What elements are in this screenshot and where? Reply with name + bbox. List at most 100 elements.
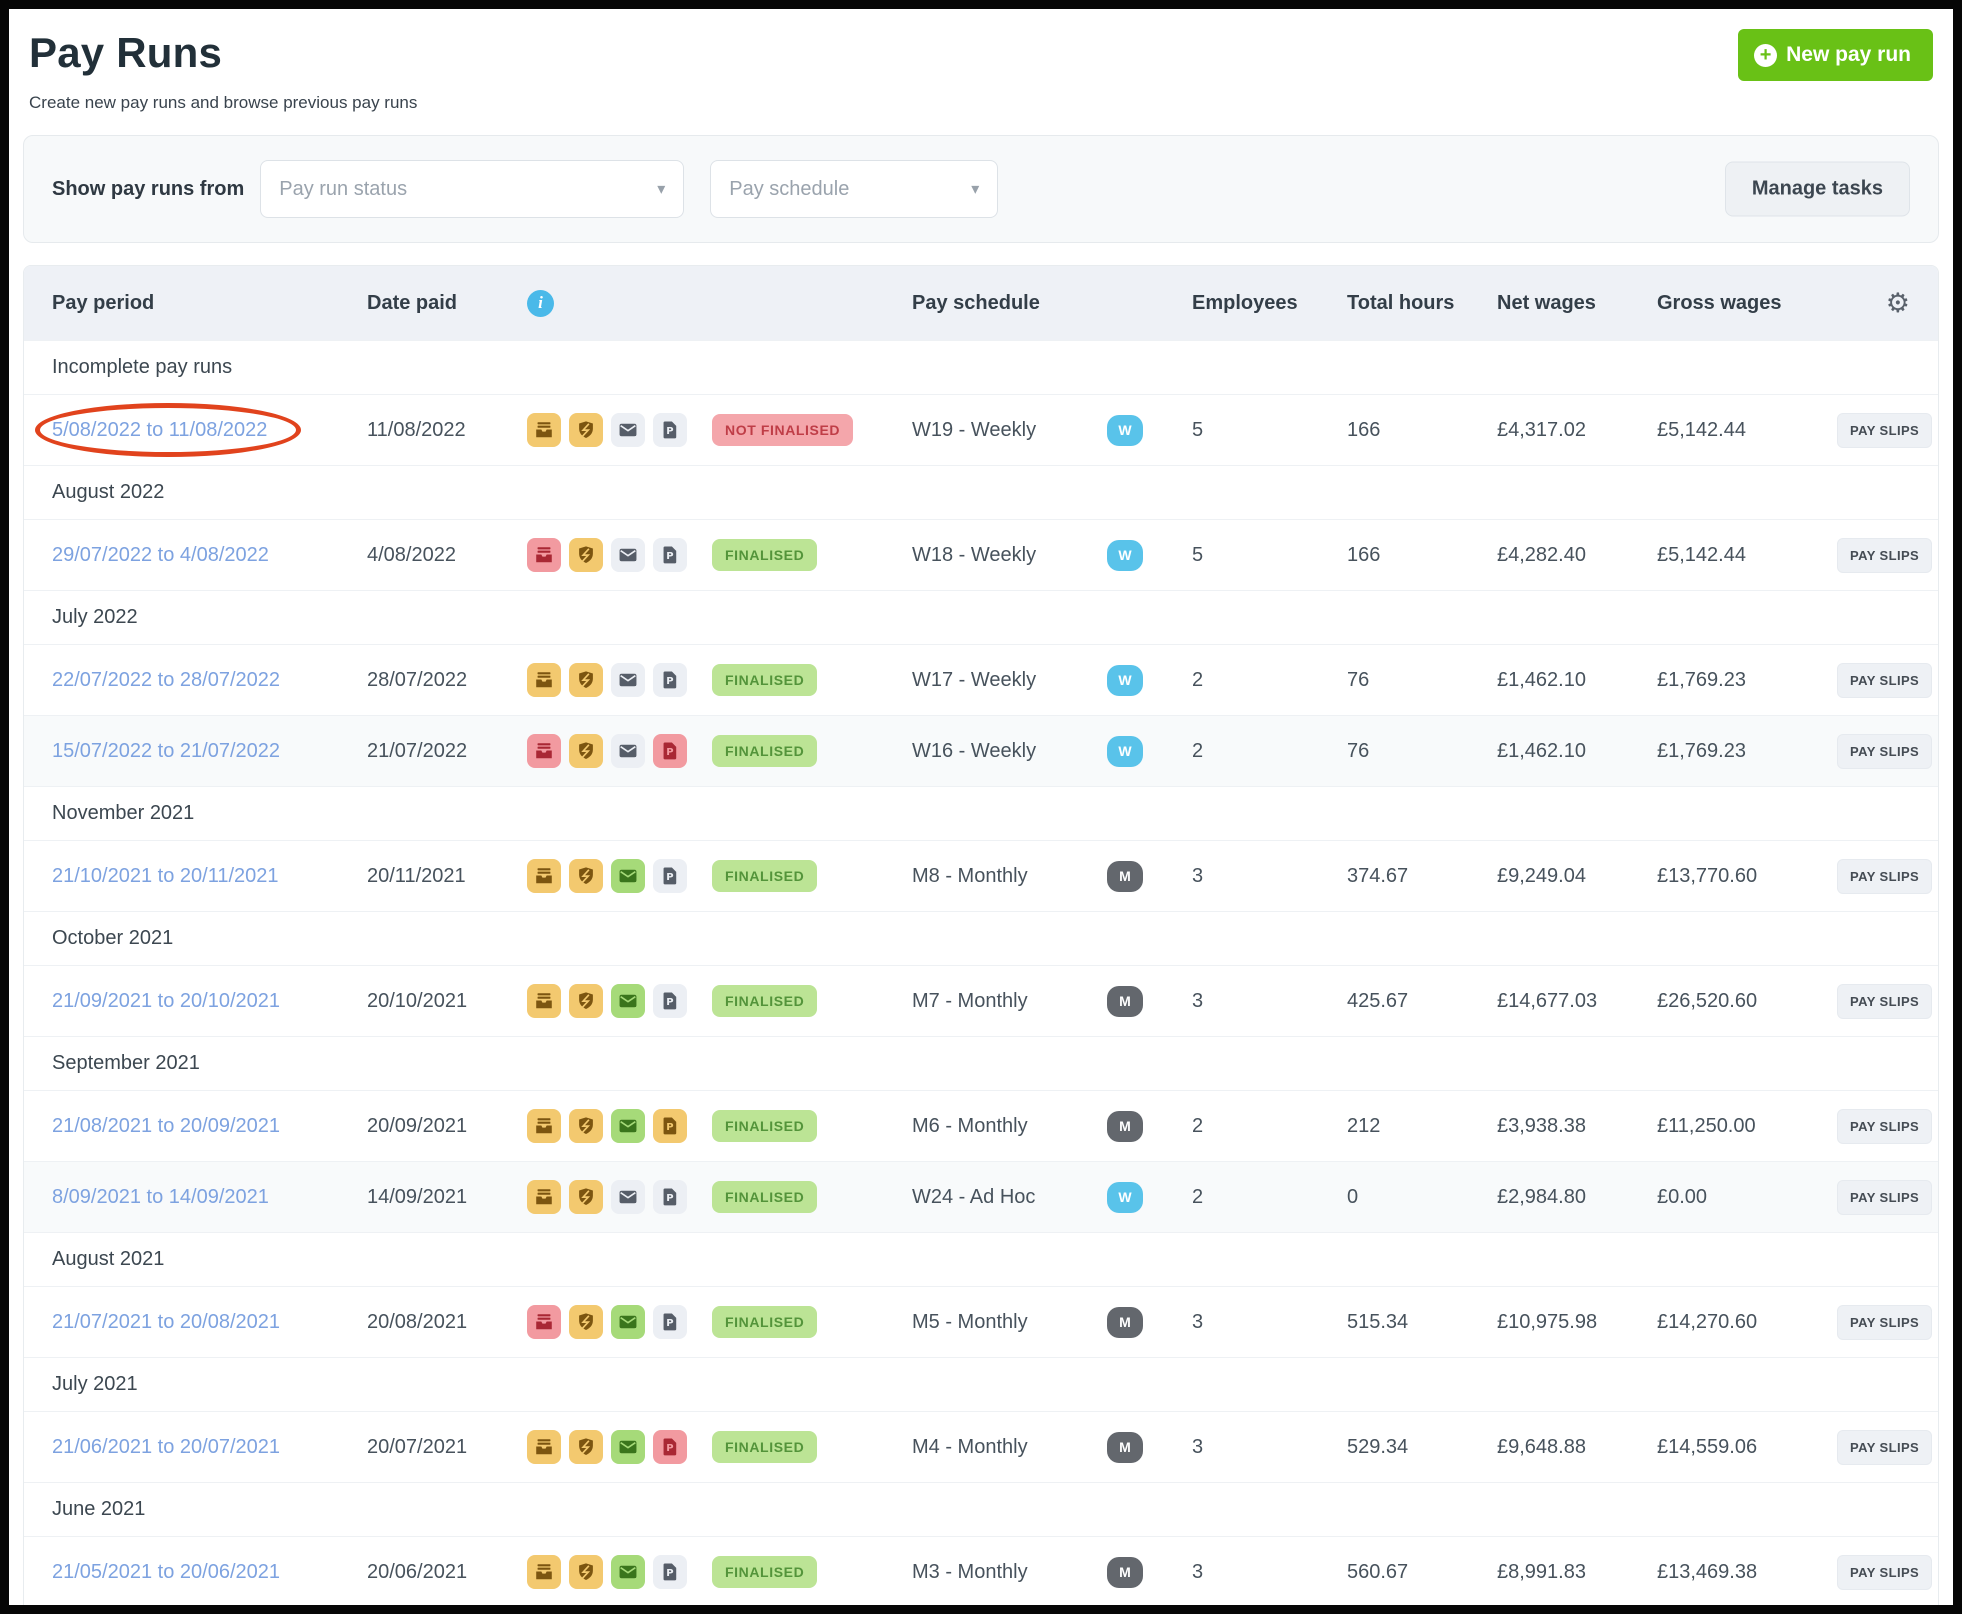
hmrc-shield-icon xyxy=(569,984,603,1018)
pay-run-status-select[interactable]: Pay run status ▾ xyxy=(260,160,685,218)
svg-text:P: P xyxy=(666,1443,673,1454)
pension-icon: P xyxy=(653,1305,687,1339)
pension-icon: P xyxy=(653,734,687,768)
status-badge: FINALISED xyxy=(712,985,818,1017)
pay-period-link[interactable]: 15/07/2022 to 21/07/2022 xyxy=(52,740,280,762)
schedule-badge-cell: W xyxy=(1107,539,1192,571)
info-icon[interactable]: i xyxy=(527,289,554,317)
svg-text:P: P xyxy=(666,1193,673,1204)
section-label: August 2021 xyxy=(52,1248,165,1270)
table-row: 21/08/2021 to 20/09/2021 20/09/2021 P FINAL… xyxy=(24,1090,1938,1161)
email-icon xyxy=(611,859,645,893)
pension-icon: P xyxy=(653,663,687,697)
pay-slips-button[interactable]: PAY SLIPS xyxy=(1837,662,1933,698)
status-badge: NOT FINALISED xyxy=(712,414,854,446)
gross-wages-cell: £26,520.60 xyxy=(1657,989,1758,1012)
pay-slips-button[interactable]: PAY SLIPS xyxy=(1837,1304,1933,1340)
total-hours-cell: 529.34 xyxy=(1347,1435,1409,1458)
pay-slips-button[interactable]: PAY SLIPS xyxy=(1837,1429,1933,1465)
schedule-badge-cell: M xyxy=(1107,1306,1192,1338)
pay-slips-button[interactable]: PAY SLIPS xyxy=(1837,412,1933,448)
employees-cell: 5 xyxy=(1192,543,1204,566)
status-badge: FINALISED xyxy=(712,1431,818,1463)
hmrc-shield-icon xyxy=(569,1109,603,1143)
pay-period-link[interactable]: 21/10/2021 to 20/11/2021 xyxy=(52,865,279,887)
status-badge: FINALISED xyxy=(712,735,818,767)
section-label: October 2021 xyxy=(52,927,174,949)
new-pay-run-button[interactable]: + New pay run xyxy=(1738,29,1933,81)
pay-period-link[interactable]: 5/08/2022 to 11/08/2022 xyxy=(52,419,267,441)
table-section-row: Incomplete pay runs xyxy=(24,340,1938,394)
date-paid-cell: 20/07/2021 xyxy=(367,1435,468,1458)
pay-schedule-cell: W18 - Weekly xyxy=(912,543,1037,566)
pay-schedule-select[interactable]: Pay schedule ▾ xyxy=(710,160,999,218)
net-wages-cell: £10,975.98 xyxy=(1497,1310,1598,1333)
pay-period-link[interactable]: 21/07/2021 to 20/08/2021 xyxy=(52,1311,280,1333)
app-window: Pay Runs Create new pay runs and browse … xyxy=(0,0,1962,1614)
section-label: July 2021 xyxy=(52,1373,138,1395)
status-cell: FINALISED xyxy=(712,664,912,696)
gear-icon[interactable]: ⚙ xyxy=(1886,289,1910,317)
table-section-row: August 2022 xyxy=(24,465,1938,519)
pay-slips-button[interactable]: PAY SLIPS xyxy=(1837,1554,1933,1590)
pay-slips-button[interactable]: PAY SLIPS xyxy=(1837,858,1933,894)
pay-period-link[interactable]: 21/08/2021 to 20/09/2021 xyxy=(52,1115,280,1137)
schedule-type-badge: W xyxy=(1107,1181,1143,1213)
schedule-badge-cell: M xyxy=(1107,985,1192,1017)
pay-period-link[interactable]: 8/09/2021 to 14/09/2021 xyxy=(52,1186,269,1208)
manage-tasks-button[interactable]: Manage tasks xyxy=(1724,161,1910,217)
pay-slips-button[interactable]: PAY SLIPS xyxy=(1837,1179,1933,1215)
task-icon-strip: P xyxy=(527,1555,712,1589)
task-icon-strip: P xyxy=(527,984,712,1018)
pay-period-link[interactable]: 21/06/2021 to 20/07/2021 xyxy=(52,1436,280,1458)
col-pay-period: Pay period xyxy=(52,291,155,314)
total-hours-cell: 212 xyxy=(1347,1114,1381,1137)
pay-schedule-cell: M7 - Monthly xyxy=(912,989,1028,1012)
payments-icon xyxy=(527,734,561,768)
status-badge: FINALISED xyxy=(712,860,818,892)
status-badge: FINALISED xyxy=(712,539,818,571)
section-label: July 2022 xyxy=(52,606,138,628)
pay-period-link[interactable]: 29/07/2022 to 4/08/2022 xyxy=(52,544,269,566)
svg-text:P: P xyxy=(666,676,673,687)
date-paid-cell: 20/09/2021 xyxy=(367,1114,468,1137)
pay-period-cell: 21/09/2021 to 20/10/2021 xyxy=(52,990,367,1013)
status-cell: NOT FINALISED xyxy=(712,414,912,446)
pay-schedule-cell: W17 - Weekly xyxy=(912,668,1037,691)
pay-schedule-cell: M6 - Monthly xyxy=(912,1114,1028,1137)
task-icon-strip: P xyxy=(527,1430,712,1464)
pay-slips-button[interactable]: PAY SLIPS xyxy=(1837,733,1933,769)
pay-period-cell: 8/09/2021 to 14/09/2021 xyxy=(52,1186,367,1209)
pay-schedule-placeholder: Pay schedule xyxy=(729,177,850,200)
email-icon xyxy=(611,663,645,697)
payments-icon xyxy=(527,1430,561,1464)
schedule-badge-cell: M xyxy=(1107,1556,1192,1588)
date-paid-cell: 14/09/2021 xyxy=(367,1185,468,1208)
pay-slips-button[interactable]: PAY SLIPS xyxy=(1837,1108,1933,1144)
net-wages-cell: £2,984.80 xyxy=(1497,1185,1586,1208)
payments-icon xyxy=(527,413,561,447)
pay-period-link[interactable]: 21/09/2021 to 20/10/2021 xyxy=(52,990,280,1012)
net-wages-cell: £1,462.10 xyxy=(1497,739,1586,762)
filter-panel: Show pay runs from Pay run status ▾ Pay … xyxy=(23,135,1939,243)
task-icon-strip: P xyxy=(527,1180,712,1214)
table-row: 5/08/2022 to 11/08/2022 11/08/2022 P NOT FI… xyxy=(24,394,1938,465)
date-paid-cell: 20/08/2021 xyxy=(367,1310,468,1333)
pay-period-link[interactable]: 22/07/2022 to 28/07/2022 xyxy=(52,669,280,691)
employees-cell: 2 xyxy=(1192,739,1204,762)
pay-period-link[interactable]: 21/05/2021 to 20/06/2021 xyxy=(52,1561,280,1583)
hmrc-shield-icon xyxy=(569,734,603,768)
status-cell: FINALISED xyxy=(712,735,912,767)
employees-cell: 3 xyxy=(1192,1310,1204,1333)
pay-period-cell: 21/06/2021 to 20/07/2021 xyxy=(52,1436,367,1459)
net-wages-cell: £14,677.03 xyxy=(1497,989,1598,1012)
section-label: June 2021 xyxy=(52,1498,146,1520)
pension-icon: P xyxy=(653,984,687,1018)
pay-slips-button[interactable]: PAY SLIPS xyxy=(1837,537,1933,573)
pay-slips-button[interactable]: PAY SLIPS xyxy=(1837,983,1933,1019)
total-hours-cell: 560.67 xyxy=(1347,1560,1409,1583)
net-wages-cell: £8,991.83 xyxy=(1497,1560,1586,1583)
pay-period-cell: 5/08/2022 to 11/08/2022 xyxy=(35,403,367,457)
table-section-row: November 2021 xyxy=(24,786,1938,840)
task-icon-strip: P xyxy=(527,538,712,572)
